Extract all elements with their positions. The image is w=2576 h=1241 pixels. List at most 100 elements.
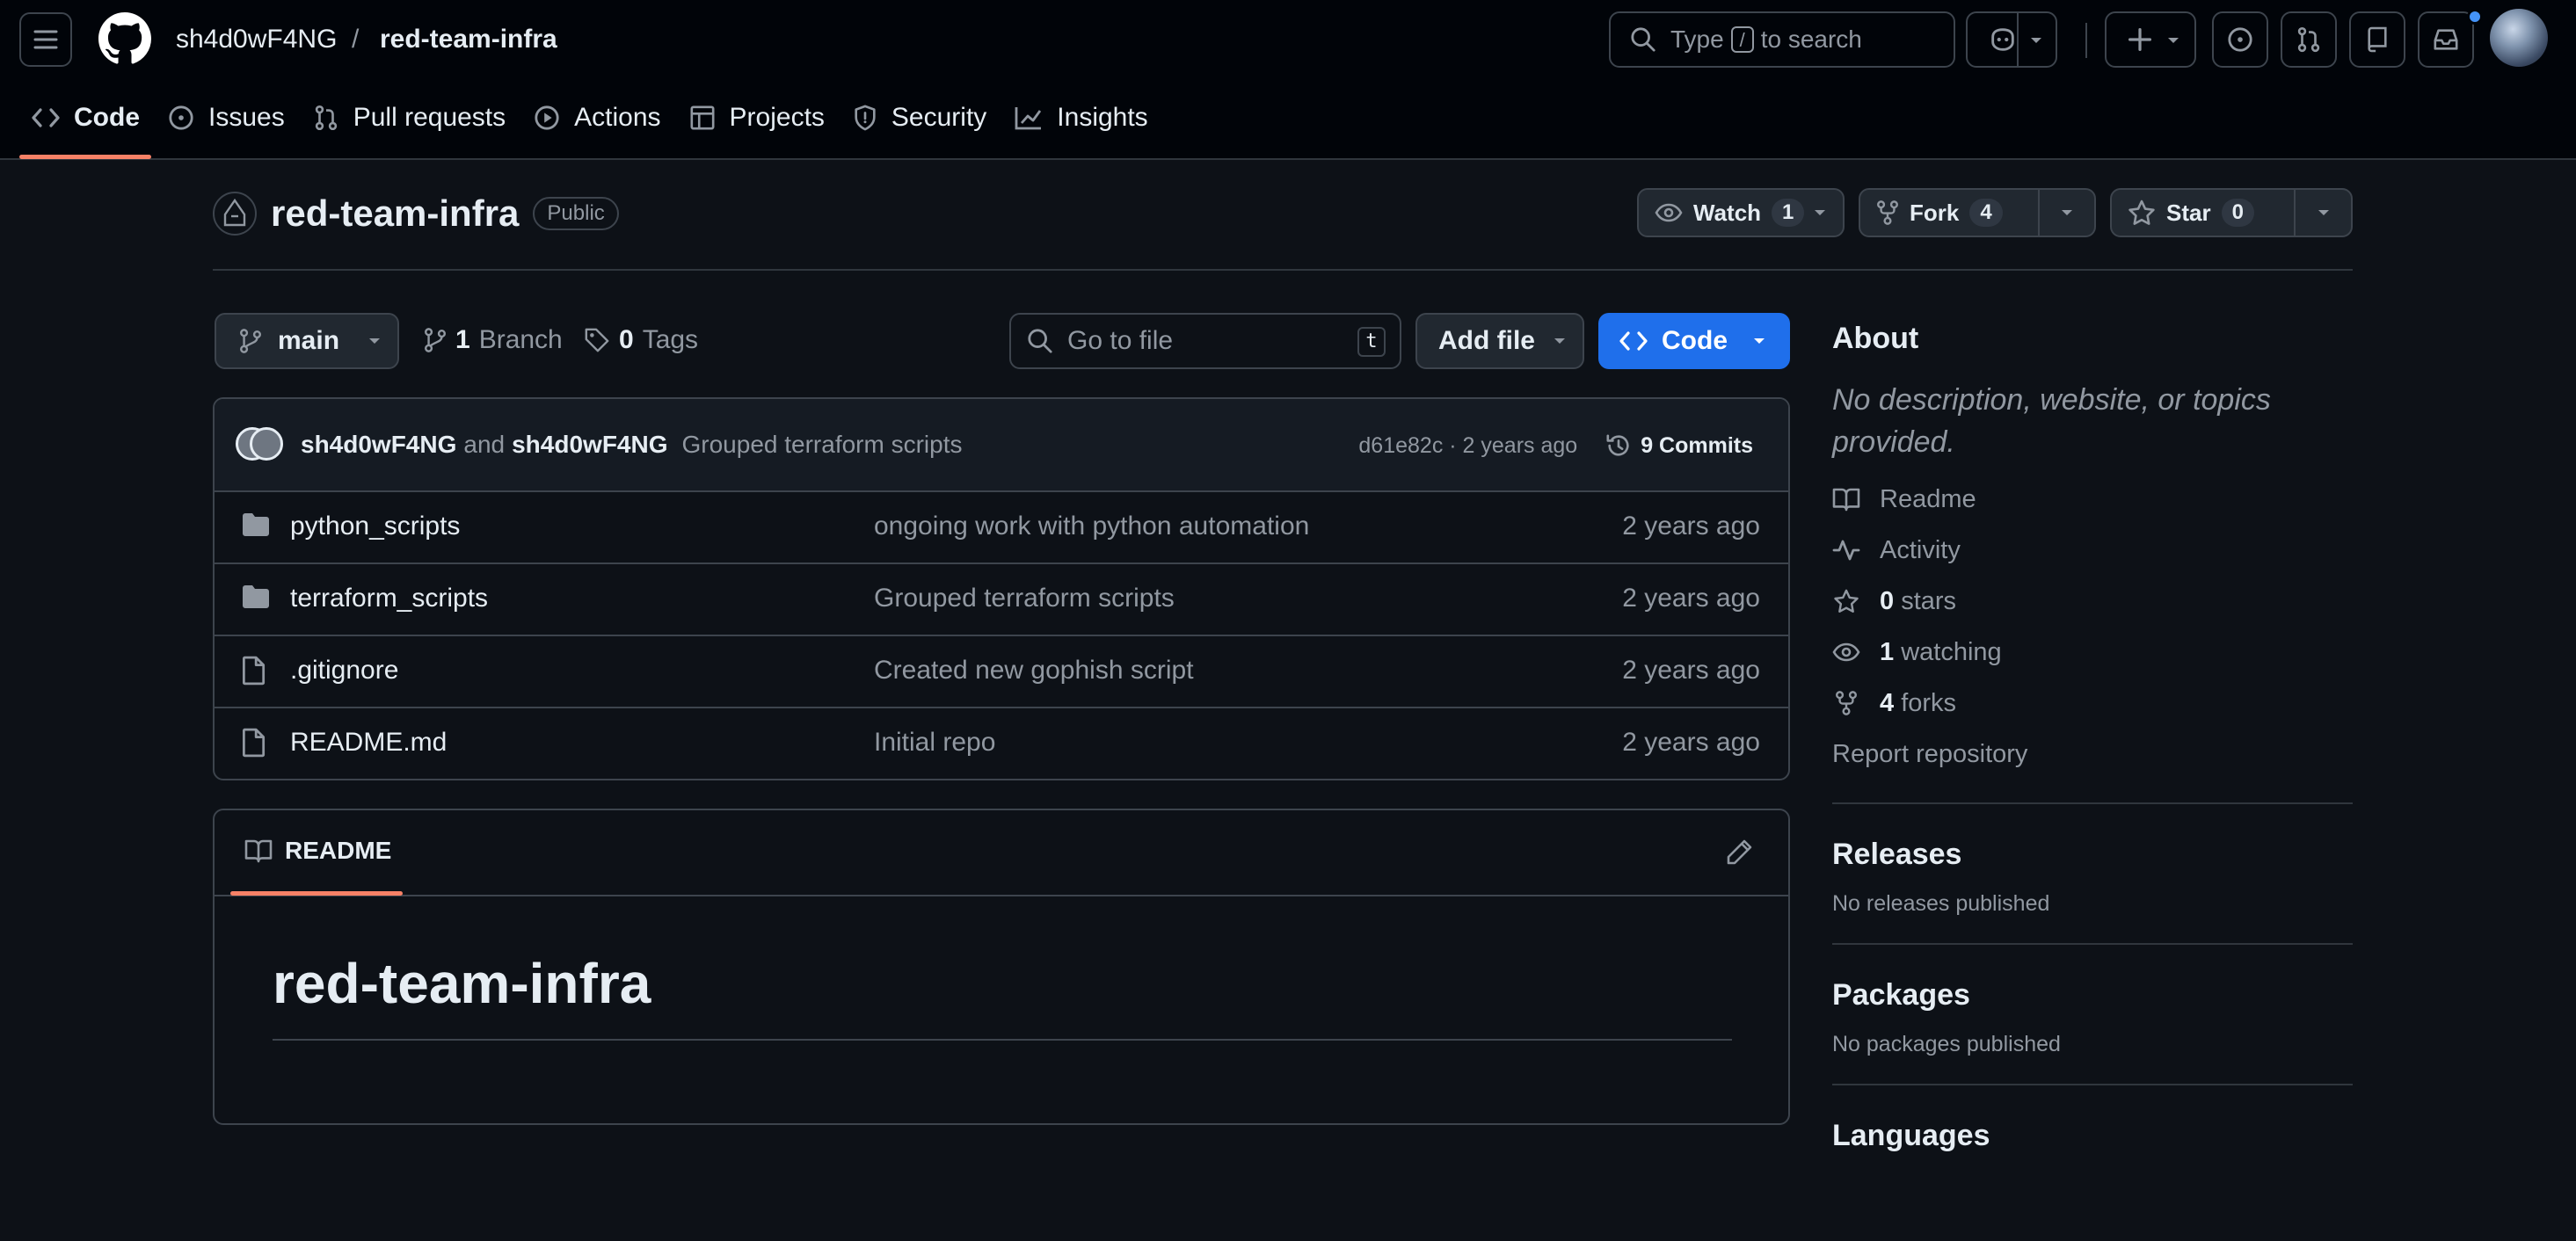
go-to-file-input[interactable]: Go to file t — [1009, 313, 1401, 369]
commits-link[interactable]: 9 Commits — [1605, 432, 1753, 459]
file-commit-message[interactable]: Initial repo — [874, 728, 995, 758]
breadcrumb-owner[interactable]: sh4d0wF4NG — [176, 25, 337, 54]
readme-heading-rule — [273, 1039, 1732, 1041]
file-commit-message[interactable]: ongoing work with python automation — [874, 512, 1309, 541]
watch-count: 1 — [1772, 199, 1805, 227]
chevron-down-icon — [2318, 210, 2329, 215]
chevron-down-icon — [1554, 338, 1565, 344]
chevron-down-icon — [2061, 210, 2072, 215]
commit-message[interactable]: Grouped terraform scripts — [682, 431, 963, 459]
copilot-icon — [1991, 28, 2014, 51]
chevron-down-icon — [2168, 38, 2179, 43]
user-avatar[interactable] — [2490, 9, 2548, 67]
chevron-down-icon — [1815, 210, 1826, 215]
file-name[interactable]: .gitignore — [290, 656, 398, 686]
menu-button[interactable] — [19, 12, 72, 67]
file-name[interactable]: terraform_scripts — [290, 584, 488, 613]
commits-count: 9 Commits — [1641, 432, 1753, 458]
branch-name: main — [278, 326, 340, 355]
tab-insights[interactable]: Insights — [1001, 88, 1161, 148]
stars-count: 0 — [1880, 586, 1895, 615]
copilot-button[interactable] — [1966, 11, 2057, 68]
tab-security[interactable]: Security — [839, 88, 1001, 148]
tab-issues-label: Issues — [208, 103, 285, 132]
breadcrumb-repo[interactable]: red-team-infra — [380, 25, 557, 54]
file-name[interactable]: python_scripts — [290, 512, 460, 541]
star-button[interactable]: Star 0 — [2110, 188, 2353, 237]
github-logo-icon[interactable] — [98, 12, 151, 65]
history-icon — [1606, 434, 1629, 456]
tab-code-label: Code — [74, 103, 140, 132]
fork-dropdown[interactable] — [2037, 190, 2094, 236]
star-dropdown[interactable] — [2294, 190, 2351, 236]
commit-author[interactable]: sh4d0wF4NG — [301, 431, 456, 459]
file-commit-message[interactable]: Created new gophish script — [874, 656, 1194, 686]
readme-tab-label: README — [285, 837, 392, 864]
branches-link[interactable]: 1 Branch — [424, 325, 563, 355]
tab-issues[interactable]: Issues — [154, 88, 299, 148]
table-row[interactable]: README.md Initial repo 2 years ago — [215, 708, 1788, 779]
branch-selector[interactable]: main — [215, 313, 399, 369]
branch-icon — [425, 328, 446, 352]
fork-icon — [1836, 691, 1857, 715]
repositories-button[interactable] — [2349, 11, 2405, 68]
tab-projects[interactable]: Projects — [675, 88, 839, 148]
packages-title[interactable]: Packages — [1832, 978, 2353, 1012]
divider — [2085, 23, 2087, 58]
releases-title[interactable]: Releases — [1832, 838, 2353, 872]
active-tab-indicator — [19, 155, 151, 159]
table-row[interactable]: python_scripts ongoing work with python … — [215, 492, 1788, 564]
owner-avatar[interactable] — [213, 192, 257, 236]
tab-actions[interactable]: Actions — [520, 88, 674, 148]
issue-icon — [2228, 27, 2252, 52]
forks-link[interactable]: 4 forks — [1832, 678, 2353, 729]
releases-empty: No releases published — [1832, 891, 2050, 916]
tags-link[interactable]: 0 Tags — [584, 325, 698, 355]
watch-button[interactable]: Watch 1 — [1637, 188, 1845, 237]
fork-icon — [1877, 200, 1898, 225]
pencil-icon[interactable] — [1725, 838, 1753, 867]
folder-icon — [241, 512, 271, 538]
book-icon — [1832, 488, 1860, 512]
report-repository-label: Report repository — [1832, 739, 2028, 768]
activity-link[interactable]: Activity — [1832, 525, 2353, 576]
tab-pull-requests[interactable]: Pull requests — [299, 88, 520, 148]
readme-heading: red-team-infra — [273, 952, 651, 1015]
star-icon — [2128, 200, 2155, 225]
table-row[interactable]: .gitignore Created new gophish script 2 … — [215, 636, 1788, 708]
about-description: No description, website, or topics provi… — [1832, 383, 2271, 459]
create-new-button[interactable] — [2105, 11, 2196, 68]
stars-link[interactable]: 0 stars — [1832, 576, 2353, 627]
tab-pull-requests-label: Pull requests — [353, 103, 506, 132]
pull-requests-button[interactable] — [2281, 11, 2337, 68]
issues-button[interactable] — [2212, 11, 2268, 68]
readme-link[interactable]: Readme — [1832, 474, 2353, 525]
repo-title[interactable]: red-team-infra — [271, 192, 519, 235]
watching-link[interactable]: 1 watching — [1832, 627, 2353, 678]
table-row[interactable]: terraform_scripts Grouped terraform scri… — [215, 564, 1788, 636]
readme-tab[interactable]: README — [244, 837, 391, 865]
file-browser: sh4d0wF4NG and sh4d0wF4NG Grouped terraf… — [213, 397, 1790, 780]
commit-meta[interactable]: d61e82c · 2 years ago — [1358, 433, 1577, 459]
visibility-badge: Public — [533, 197, 619, 230]
inbox-button[interactable] — [2418, 11, 2474, 68]
fork-button[interactable]: Fork 4 — [1859, 188, 2096, 237]
star-label: Star — [2166, 199, 2211, 226]
tag-icon — [585, 328, 609, 352]
commit-avatars[interactable] — [236, 427, 288, 462]
report-repository-link[interactable]: Report repository — [1832, 729, 2353, 780]
search-input[interactable]: Type / to search — [1609, 11, 1955, 68]
star-count: 0 — [2221, 199, 2254, 227]
book-icon — [244, 839, 273, 863]
tab-code[interactable]: Code — [18, 88, 154, 148]
commit-coauthor[interactable]: sh4d0wF4NG — [512, 431, 667, 459]
folder-icon — [241, 584, 271, 610]
forks-count: 4 — [1880, 688, 1895, 717]
add-file-button[interactable]: Add file — [1415, 313, 1584, 369]
watch-label: Watch — [1693, 199, 1762, 226]
file-commit-message[interactable]: Grouped terraform scripts — [874, 584, 1175, 613]
search-shortcut-key: / — [1730, 26, 1754, 53]
code-button[interactable]: Code — [1598, 313, 1790, 369]
file-name[interactable]: README.md — [290, 728, 447, 758]
code-icon — [32, 108, 60, 127]
